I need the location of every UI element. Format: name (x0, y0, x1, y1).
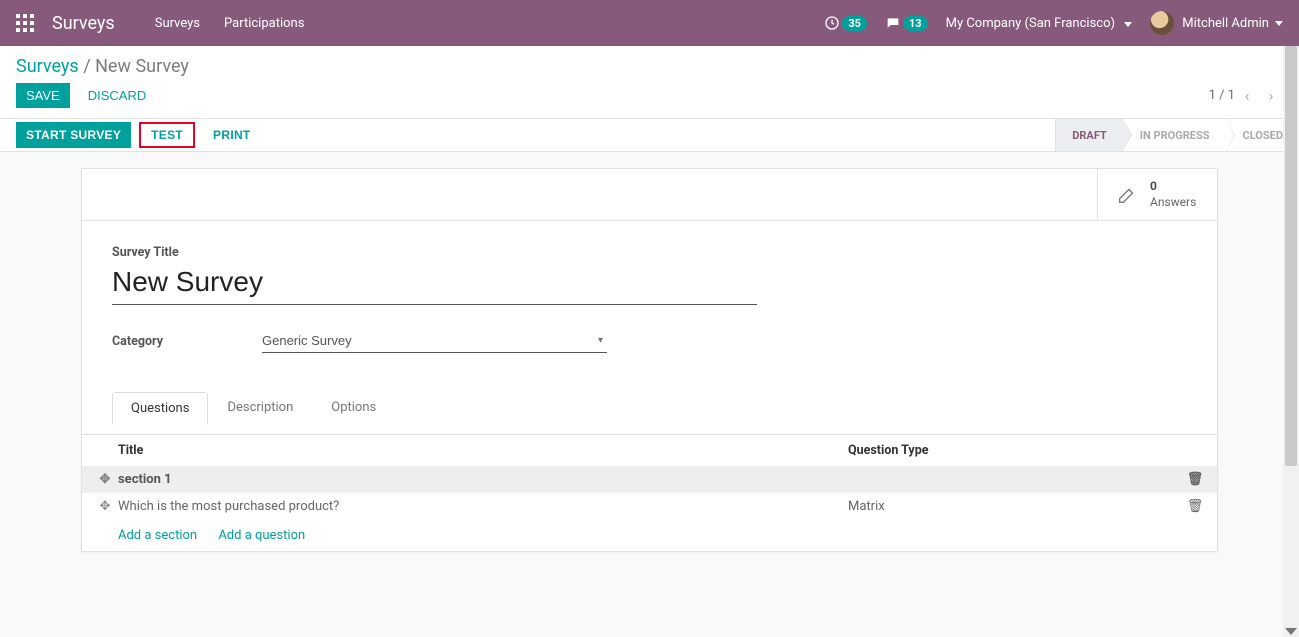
tab-options[interactable]: Options (312, 391, 395, 424)
col-title: Title (118, 443, 848, 458)
activities-button[interactable]: 35 (824, 15, 867, 31)
pencil-icon (1116, 184, 1138, 206)
action-bar: START SURVEY TEST PRINT DRAFT IN PROGRES… (0, 119, 1299, 152)
tab-questions[interactable]: Questions (112, 392, 208, 425)
breadcrumb-root[interactable]: Surveys (16, 56, 79, 77)
pager-next[interactable]: › (1259, 86, 1283, 105)
nav-link-participations[interactable]: Participations (224, 16, 304, 31)
apps-icon[interactable] (16, 14, 34, 32)
category-label: Category (112, 334, 262, 349)
avatar (1150, 11, 1174, 35)
answers-stat-button[interactable]: 0 Answers (1097, 169, 1217, 220)
tabs: Questions Description Options (112, 391, 1187, 424)
status-inprogress[interactable]: IN PROGRESS (1123, 119, 1226, 151)
print-button[interactable]: PRINT (203, 122, 261, 148)
chevron-down-icon (1275, 21, 1283, 26)
stat-button-box: 0 Answers (82, 169, 1217, 221)
company-name: My Company (San Francisco) (946, 16, 1115, 31)
tab-description[interactable]: Description (208, 391, 312, 424)
table-row[interactable]: ✥ Which is the most purchased product? M… (82, 493, 1217, 520)
drag-handle-icon[interactable]: ✥ (92, 499, 118, 514)
trash-icon[interactable]: 🗑 (1183, 472, 1207, 487)
status-draft[interactable]: DRAFT (1055, 119, 1123, 151)
test-button[interactable]: TEST (139, 122, 195, 148)
trash-icon[interactable]: 🗑 (1183, 499, 1207, 514)
resize-corner-icon (1285, 628, 1297, 635)
row-type: Matrix (848, 499, 1183, 514)
user-menu[interactable]: Mitchell Admin (1150, 11, 1283, 35)
status-bar: DRAFT IN PROGRESS CLOSED (1055, 119, 1299, 151)
answers-count: 0 (1150, 179, 1196, 195)
activities-count: 35 (842, 16, 867, 31)
breadcrumb-current: New Survey (95, 56, 189, 77)
drag-handle-icon[interactable]: ✥ (92, 472, 118, 487)
table-row[interactable]: ✥ section 1 🗑 (82, 466, 1217, 493)
discard-button[interactable]: DISCARD (78, 83, 157, 108)
messages-count: 13 (903, 16, 928, 31)
breadcrumb: Surveys / New Survey (16, 56, 1283, 77)
company-switcher[interactable]: My Company (San Francisco) (946, 16, 1133, 31)
user-name: Mitchell Admin (1182, 16, 1269, 31)
pager: 1 / 1 ‹ › (1209, 86, 1283, 105)
add-question-link[interactable]: Add a question (218, 528, 305, 543)
answers-label: Answers (1150, 195, 1196, 211)
chat-icon (885, 15, 901, 31)
nav-link-surveys[interactable]: Surveys (155, 16, 200, 31)
add-section-link[interactable]: Add a section (118, 528, 197, 543)
clock-icon (824, 15, 840, 31)
category-select[interactable] (262, 329, 607, 353)
row-title: Which is the most purchased product? (118, 499, 848, 514)
form-sheet: 0 Answers Survey Title Category ▾ Questi… (81, 168, 1218, 552)
app-brand: Surveys (52, 13, 115, 34)
top-navbar: Surveys Surveys Participations 35 13 My … (0, 0, 1299, 46)
row-title: section 1 (118, 472, 848, 487)
scrollbar[interactable] (1283, 46, 1299, 637)
control-panel: Surveys / New Survey SAVE DISCARD 1 / 1 … (0, 46, 1299, 119)
breadcrumb-sep: / (83, 56, 95, 77)
questions-table: Title Question Type ✥ section 1 🗑 ✥ Whic… (82, 434, 1217, 551)
messages-button[interactable]: 13 (885, 15, 928, 31)
col-question-type: Question Type (848, 443, 1207, 458)
pager-prev[interactable]: ‹ (1235, 86, 1259, 105)
save-button[interactable]: SAVE (16, 83, 70, 108)
survey-title-input[interactable] (112, 264, 757, 305)
pager-text: 1 / 1 (1209, 88, 1235, 103)
chevron-down-icon (1124, 22, 1132, 27)
start-survey-button[interactable]: START SURVEY (16, 122, 131, 148)
title-label: Survey Title (112, 245, 1187, 260)
